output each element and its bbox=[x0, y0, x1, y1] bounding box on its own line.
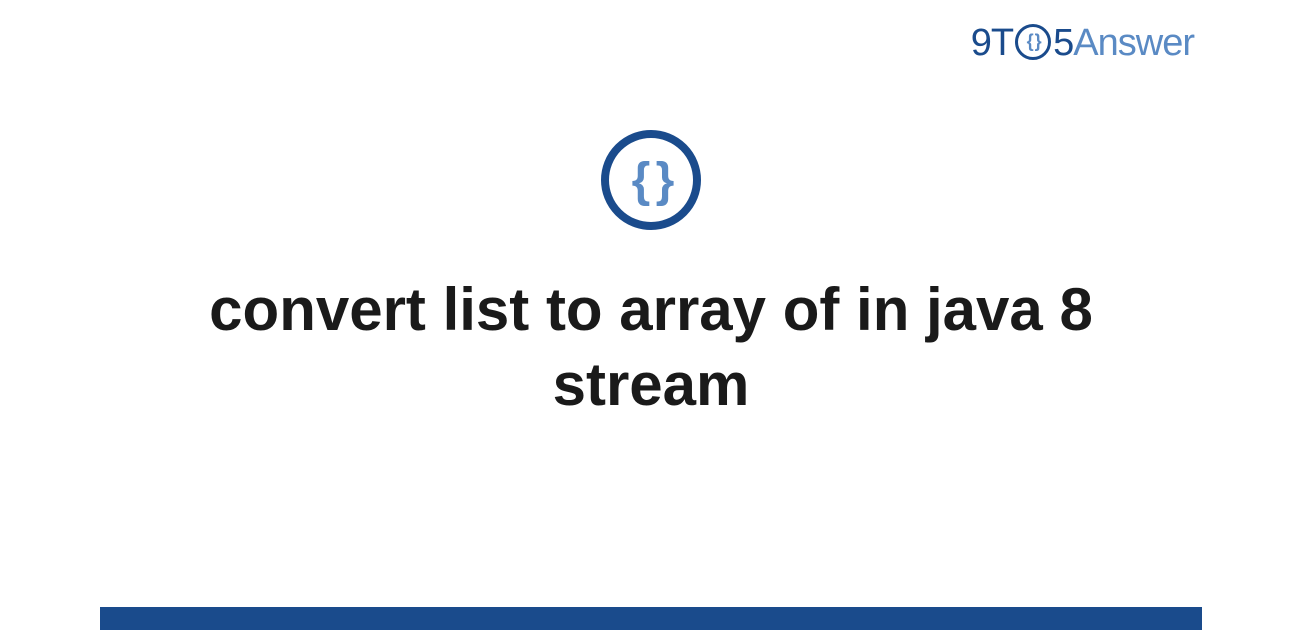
logo-text-5: 5 bbox=[1053, 22, 1073, 65]
logo-text-9t: 9T bbox=[971, 22, 1013, 65]
code-braces-icon: { } bbox=[632, 153, 671, 208]
braces-icon: { } bbox=[1027, 31, 1040, 52]
circle-icon: { } bbox=[601, 130, 701, 230]
page-title: convert list to array of in java 8 strea… bbox=[151, 272, 1151, 422]
decorative-bottom-bar bbox=[100, 607, 1202, 630]
logo-text-answer: Answer bbox=[1073, 22, 1194, 65]
center-icon: { } bbox=[601, 130, 701, 230]
logo-circle-icon: { } bbox=[1015, 24, 1051, 60]
site-logo: 9T { } 5 Answer bbox=[971, 22, 1194, 65]
